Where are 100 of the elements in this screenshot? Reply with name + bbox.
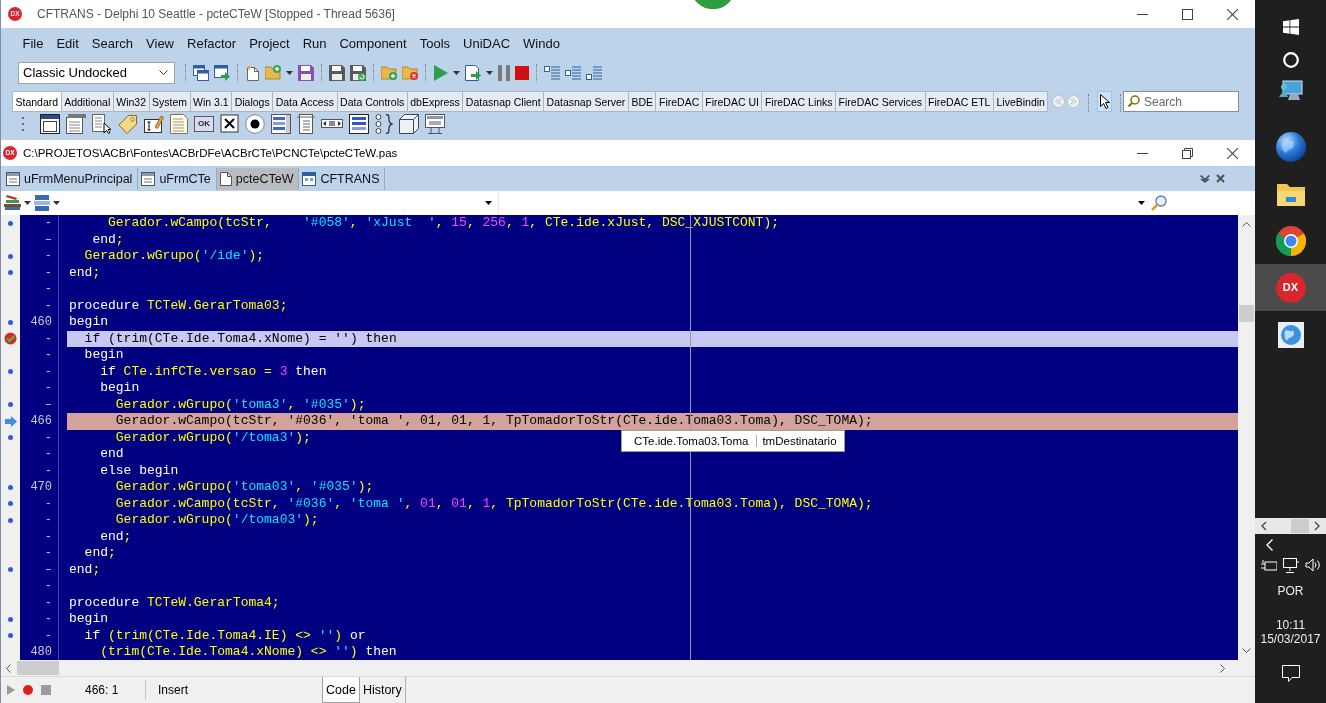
floppy-icon[interactable] xyxy=(329,64,345,81)
scrollbar[interactable] xyxy=(1255,518,1326,534)
list-box-icon[interactable] xyxy=(271,113,291,134)
restore-icon[interactable] xyxy=(1182,147,1193,159)
palette-tab[interactable]: BDE xyxy=(627,91,656,112)
minimize-icon[interactable] xyxy=(1137,13,1148,15)
palette-tab[interactable]: FireDAC xyxy=(655,91,702,112)
chevron-right-icon[interactable] xyxy=(1220,663,1225,673)
menu-item[interactable]: Component xyxy=(333,35,414,51)
chevron-left-icon[interactable] xyxy=(6,663,11,673)
search-icon[interactable] xyxy=(1151,195,1167,211)
close-icon[interactable] xyxy=(1227,8,1238,20)
chevron-up-icon[interactable] xyxy=(1242,222,1251,227)
file-tab[interactable]: uFrmMenuPrincipal xyxy=(3,167,139,190)
monitor-app-icon[interactable] xyxy=(1278,79,1303,101)
breakpoint-gutter[interactable] xyxy=(1,215,20,660)
palette-tab[interactable]: Datasnap Client xyxy=(462,91,544,112)
palette-tab[interactable]: Data Access xyxy=(272,91,337,112)
browser-icon[interactable] xyxy=(1275,225,1306,256)
caret-down-icon[interactable] xyxy=(53,201,60,205)
menu-item[interactable]: UniDAC xyxy=(456,35,517,51)
palette-tab[interactable]: Win 3.1 xyxy=(189,91,232,112)
menu-item[interactable]: Windo xyxy=(516,35,567,51)
palette-tab[interactable]: LiveBindin xyxy=(992,91,1049,112)
record-icon[interactable] xyxy=(23,685,33,695)
list-indent-icon[interactable] xyxy=(544,65,560,80)
taskbar-button[interactable]: DX xyxy=(1255,264,1326,311)
scrollbar-thumb[interactable] xyxy=(1239,305,1254,322)
text-edit-icon[interactable] xyxy=(144,113,164,134)
palette-tab[interactable]: Data Controls xyxy=(336,91,407,112)
palette-tab[interactable]: FireDAC ETL xyxy=(924,91,993,112)
window-stack-icon[interactable] xyxy=(193,64,209,81)
close-icon[interactable] xyxy=(1227,147,1238,159)
breakpoint-icon[interactable] xyxy=(4,332,17,346)
checkbox-icon[interactable] xyxy=(220,114,239,133)
menu-item[interactable]: Project xyxy=(242,35,297,51)
palette-tab[interactable]: Dialogs xyxy=(231,91,273,112)
folder-remove-icon[interactable] xyxy=(402,65,418,80)
frame-icon[interactable] xyxy=(40,113,60,134)
ring-icon[interactable] xyxy=(1282,52,1299,68)
menu-item[interactable]: Search xyxy=(85,35,140,51)
floppy-refresh-icon[interactable] xyxy=(350,64,366,81)
chevron-down-icon[interactable] xyxy=(1200,174,1210,183)
menu-item[interactable]: Edit xyxy=(49,35,86,51)
minimize-icon[interactable] xyxy=(1137,152,1148,154)
menu-item[interactable]: Tools xyxy=(413,35,457,51)
floppy-icon[interactable] xyxy=(298,64,314,81)
file-tab[interactable]: pcteCTeW xyxy=(216,167,300,190)
layout-dropdown[interactable]: Classic Undocked xyxy=(18,61,175,84)
group-box-icon[interactable] xyxy=(349,113,369,134)
palette-tab[interactable]: Additional xyxy=(60,91,113,112)
radio-group-icon[interactable] xyxy=(375,113,393,134)
button-component-tile[interactable]: OK xyxy=(194,115,214,132)
palette-tab[interactable]: Datasnap Server xyxy=(543,91,628,112)
power-plug-icon[interactable] xyxy=(1261,559,1277,571)
globe-tile-icon[interactable] xyxy=(1277,321,1304,348)
view-tab[interactable]: History xyxy=(359,677,406,703)
caret-down-icon[interactable] xyxy=(485,201,492,205)
input-language[interactable]: POR xyxy=(1277,584,1304,598)
network-icon[interactable] xyxy=(1283,557,1299,573)
caret-down-icon[interactable] xyxy=(486,70,493,75)
books-icon[interactable] xyxy=(4,195,21,211)
palette-tab[interactable]: System xyxy=(148,91,190,112)
list-indent-icon[interactable] xyxy=(586,65,602,80)
menu-item[interactable]: View xyxy=(139,35,181,51)
radio-icon[interactable] xyxy=(245,113,265,134)
menu-item[interactable]: Run xyxy=(296,35,333,51)
view-tab[interactable]: Code xyxy=(322,677,360,703)
file-tab[interactable]: uFrmCTe xyxy=(138,167,217,190)
palette-tab[interactable]: FireDAC Services xyxy=(835,91,925,112)
close-icon[interactable] xyxy=(1216,174,1225,183)
palette-tab[interactable]: Standard xyxy=(12,91,61,112)
palette-tab[interactable]: FireDAC UI xyxy=(701,91,762,112)
pointer-tool-button[interactable] xyxy=(1097,91,1112,112)
caret-down-icon[interactable] xyxy=(286,70,293,75)
palette-tab[interactable]: FireDAC Links xyxy=(761,91,836,112)
menu-item[interactable]: Refactor xyxy=(180,35,243,51)
stop-icon[interactable] xyxy=(515,65,529,80)
popup-menu-icon[interactable] xyxy=(92,113,112,134)
palette-tab[interactable]: Win32 xyxy=(112,91,149,112)
action-list-icon[interactable] xyxy=(425,113,445,134)
caret-down-icon[interactable] xyxy=(453,70,460,75)
memo-icon[interactable] xyxy=(170,113,188,134)
volume-icon[interactable] xyxy=(1305,558,1321,572)
chevron-down-icon[interactable] xyxy=(1242,648,1251,653)
caret-down-icon[interactable] xyxy=(1138,201,1145,205)
scrollbar-thumb[interactable] xyxy=(17,661,59,675)
stack-icon[interactable] xyxy=(34,195,50,211)
new-document-icon[interactable] xyxy=(245,64,260,81)
column-list-icon[interactable] xyxy=(297,113,315,134)
maximize-icon[interactable] xyxy=(1182,8,1193,20)
pause-icon[interactable] xyxy=(498,64,510,81)
menu-item[interactable]: File xyxy=(16,35,50,51)
file-tab[interactable]: CFTRANS xyxy=(299,167,386,190)
list-indent-icon[interactable] xyxy=(565,65,581,80)
windows-logo-icon[interactable] xyxy=(1282,19,1299,35)
caret-down-icon[interactable] xyxy=(24,201,31,205)
folder-icon[interactable] xyxy=(1276,181,1305,206)
tag-icon[interactable] xyxy=(118,113,138,134)
globe-icon[interactable] xyxy=(1275,131,1306,162)
